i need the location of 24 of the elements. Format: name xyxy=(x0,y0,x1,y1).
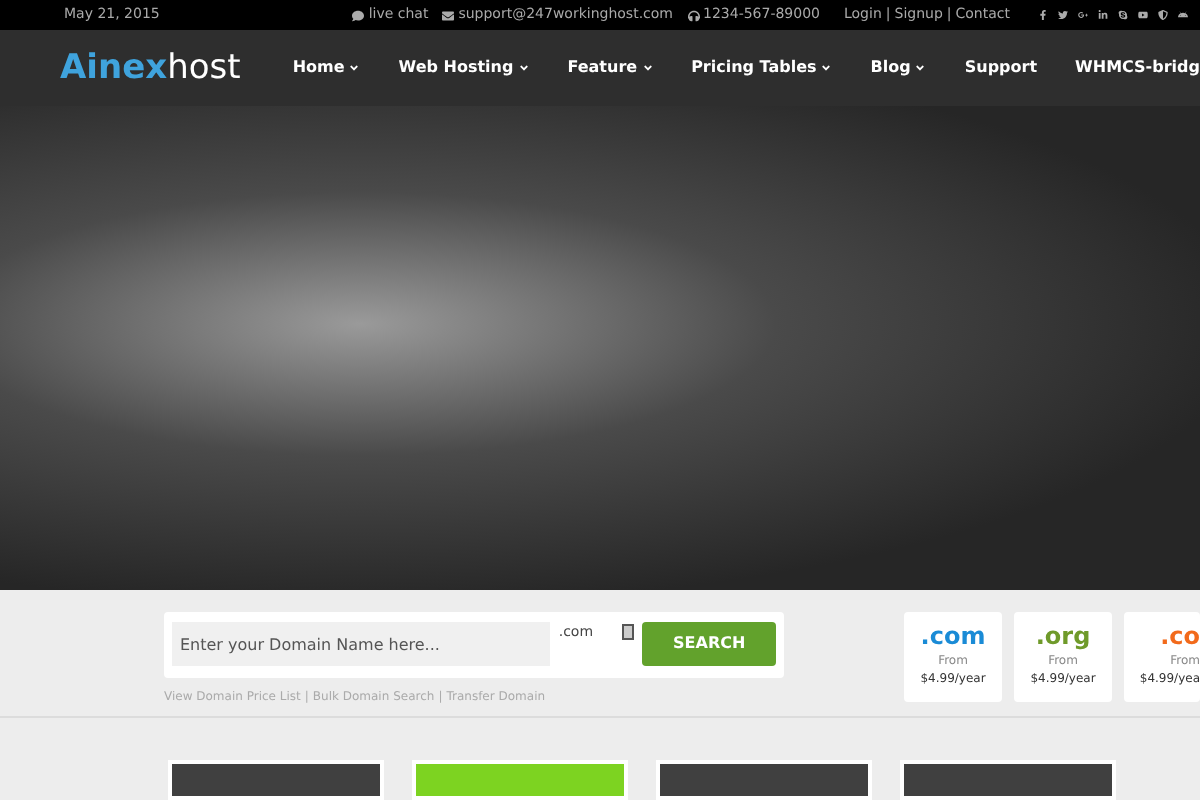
nav-item[interactable]: Feature xyxy=(567,56,654,81)
google-plus-icon[interactable] xyxy=(1078,10,1088,21)
nav-item[interactable]: Home xyxy=(292,56,361,81)
nav-item[interactable]: Blog xyxy=(870,56,927,81)
chat-icon xyxy=(352,9,365,22)
dropdown-icon xyxy=(622,623,635,640)
skype-icon[interactable] xyxy=(1118,10,1128,21)
android-icon[interactable] xyxy=(1178,10,1188,21)
linkedin-icon[interactable] xyxy=(1098,10,1108,21)
nav-item[interactable]: Web Hosting xyxy=(398,56,530,81)
shield-icon[interactable] xyxy=(1158,10,1168,21)
envelope-icon xyxy=(442,9,455,22)
tld-label: .com xyxy=(920,624,986,649)
nav-item[interactable]: Support xyxy=(964,56,1038,81)
nav-item[interactable]: WHMCS-bridg xyxy=(1075,56,1200,81)
tld-label: .org xyxy=(1035,624,1091,649)
video-icon[interactable] xyxy=(1138,10,1148,21)
headphones-icon xyxy=(687,9,699,22)
nav-item[interactable]: Pricing Tables xyxy=(691,56,833,81)
logo[interactable]: Ainexhost xyxy=(60,51,241,86)
tld-label: .co xyxy=(1160,624,1200,649)
domain-input[interactable]: Enter your Domain Name here... xyxy=(172,622,551,667)
twitter-icon[interactable] xyxy=(1058,10,1068,21)
facebook-icon[interactable] xyxy=(1038,10,1048,21)
